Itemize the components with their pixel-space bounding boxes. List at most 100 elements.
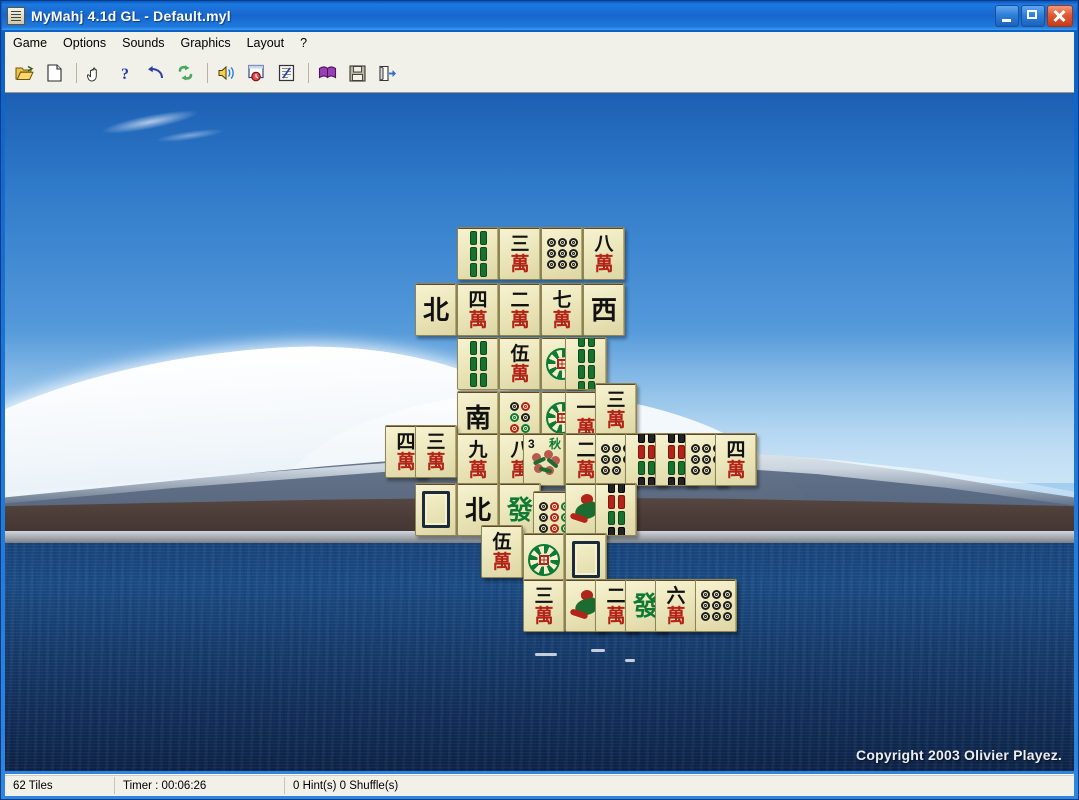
hand-icon	[87, 67, 97, 82]
menu-help[interactable]: ?	[292, 33, 315, 53]
menu-sounds[interactable]: Sounds	[114, 33, 172, 53]
menu-game[interactable]: Game	[5, 33, 55, 53]
tile-dots-group	[510, 402, 530, 433]
tile-bamboo-stick	[479, 340, 487, 355]
status-bar: 62 Tiles Timer : 00:06:26 0 Hint(s) 0 Sh…	[5, 774, 1074, 796]
tile-suit-glyph: 萬	[510, 310, 530, 331]
exit-door-icon	[379, 65, 396, 81]
tile-dot	[600, 466, 610, 475]
mahjong-tile[interactable]: 西	[583, 283, 625, 336]
menu-options[interactable]: Options	[55, 33, 114, 53]
mahjong-tile[interactable]	[595, 483, 637, 536]
menu-bar: Game Options Sounds Graphics Layout ?	[5, 32, 1074, 55]
tile-bamboo-row	[577, 364, 595, 379]
tile-dot	[722, 590, 732, 599]
tile-bamboo-row	[469, 356, 487, 371]
mahjong-tile[interactable]: 3秋	[523, 433, 565, 486]
menu-graphics[interactable]: Graphics	[173, 33, 239, 53]
score-button[interactable]	[273, 60, 300, 87]
tile-bamboo-group	[667, 434, 685, 485]
tile-face-character: 四萬	[458, 284, 498, 335]
mahjong-tile[interactable]: 二萬	[499, 283, 541, 336]
book-icon	[318, 66, 337, 79]
help-book-button[interactable]	[314, 60, 341, 87]
open-file-icon	[15, 65, 34, 80]
tile-bamboo-stick	[667, 476, 675, 485]
toolbar-separator-1	[76, 63, 77, 83]
tile-suit-glyph: 萬	[468, 310, 488, 331]
mahjong-tile[interactable]	[457, 337, 499, 390]
game-board[interactable]: 三萬八萬北四萬二萬七萬西伍萬南一萬三萬四萬三萬九萬八萬3秋二萬四萬北發伍萬三萬二…	[5, 93, 1074, 771]
tile-dot	[521, 413, 530, 422]
tile-bamboo-row	[637, 460, 655, 475]
tile-face-dragon-white	[566, 534, 606, 585]
tile-bamboo-stick	[607, 484, 615, 493]
maximize-button[interactable]	[1021, 5, 1045, 27]
tile-dot	[557, 260, 567, 269]
new-game-button[interactable]	[41, 60, 68, 87]
save-button[interactable]	[344, 60, 371, 87]
mahjong-tile[interactable]: 九萬	[457, 433, 499, 486]
mahjong-tile[interactable]: 北	[415, 283, 457, 336]
mahjong-tile[interactable]: 六萬	[655, 579, 697, 632]
undo-button[interactable]	[142, 60, 169, 87]
tile-wind-glyph: 西	[590, 294, 617, 325]
tile-dot	[600, 455, 610, 464]
sound-button[interactable]	[213, 60, 240, 87]
mahjong-tile[interactable]: 三萬	[415, 425, 457, 478]
mahjong-tile[interactable]	[457, 227, 499, 280]
minimize-button[interactable]	[995, 5, 1019, 27]
shuffle-button[interactable]	[172, 60, 199, 87]
exit-button[interactable]	[374, 60, 401, 87]
tile-bamboo-stick	[587, 364, 595, 379]
hint-button[interactable]: ?	[112, 60, 139, 87]
tile-suit-glyph: 萬	[666, 606, 686, 627]
mahjong-tile[interactable]: 伍萬	[481, 525, 523, 578]
mahjong-tile[interactable]	[541, 227, 583, 280]
tile-dot	[546, 249, 556, 258]
tile-dot	[611, 466, 621, 475]
tile-dot	[690, 444, 700, 453]
tile-bamboo-row	[469, 372, 487, 387]
timer-button[interactable]	[243, 60, 270, 87]
hand-button[interactable]	[82, 60, 109, 87]
tile-bamboo-stick	[637, 460, 645, 475]
mahjong-tile[interactable]: 三萬	[523, 579, 565, 632]
tile-dot	[611, 444, 621, 453]
toolbar: ?	[5, 54, 1074, 93]
mahjong-tile[interactable]: 四萬	[457, 283, 499, 336]
tile-bamboo-stick	[577, 348, 585, 363]
tile-suit-glyph: 萬	[426, 452, 446, 473]
tile-face-bamboo	[458, 338, 498, 389]
tile-bamboo-row	[577, 348, 595, 363]
tile-dot	[521, 402, 530, 411]
tile-bamboo-stick	[469, 372, 477, 387]
tile-suit-glyph: 萬	[594, 254, 614, 275]
mahjong-tile[interactable]: 四萬	[715, 433, 757, 486]
status-tiles: 62 Tiles	[5, 777, 115, 794]
tile-bamboo-row	[607, 526, 625, 535]
mahjong-tile[interactable]: 三萬	[595, 383, 637, 436]
tile-bamboo-stick	[479, 230, 487, 245]
tile-dot	[510, 424, 519, 433]
tile-bamboo-stick	[667, 444, 675, 459]
menu-layout[interactable]: Layout	[239, 33, 293, 53]
tile-bamboo-row	[637, 476, 655, 485]
mahjong-tile[interactable]	[415, 483, 457, 536]
tile-face-medallion	[524, 534, 564, 585]
mahjong-tile[interactable]: 三萬	[499, 227, 541, 280]
mahjong-tile[interactable]: 伍萬	[499, 337, 541, 390]
speaker-icon	[218, 65, 234, 81]
mahjong-tile[interactable]: 八萬	[583, 227, 625, 280]
water-glint	[535, 653, 557, 656]
tile-suit-glyph: 萬	[552, 310, 572, 331]
mahjong-tile[interactable]	[695, 579, 737, 632]
mahjong-tile[interactable]: 七萬	[541, 283, 583, 336]
undo-arrow-icon	[148, 66, 163, 79]
close-button[interactable]	[1047, 5, 1073, 27]
tile-dot	[557, 249, 567, 258]
open-file-button[interactable]	[11, 60, 38, 87]
close-icon	[1048, 6, 1072, 26]
tile-bamboo-stick	[647, 460, 655, 475]
tile-face-dots	[696, 580, 736, 631]
